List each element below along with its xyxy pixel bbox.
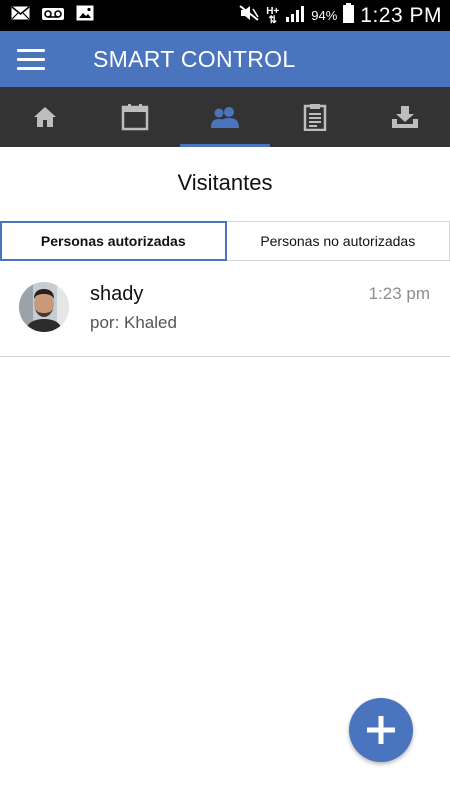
list-item[interactable]: shady por: Khaled 1:23 pm <box>0 262 450 357</box>
menu-button[interactable] <box>17 42 51 76</box>
tab-reports[interactable] <box>270 87 360 147</box>
clipboard-icon <box>303 104 327 131</box>
image-icon <box>76 5 94 26</box>
home-icon <box>34 107 56 127</box>
status-bar: H+ ⇅ 94% 1:23 PM <box>0 0 450 31</box>
clock: 1:23 PM <box>360 3 442 27</box>
menu-icon <box>17 48 45 52</box>
visitor-time: 1:23 pm <box>368 284 430 303</box>
tab-unauthorized-people[interactable]: Personas no autorizadas <box>226 221 450 261</box>
visitor-authorized-by: por: Khaled <box>90 313 177 332</box>
plus-icon <box>367 716 395 744</box>
voicemail-icon <box>42 7 64 25</box>
segmented-control: Personas autorizadas Personas no autoriz… <box>0 221 450 261</box>
tab-bar <box>0 87 450 147</box>
mute-icon <box>238 4 260 27</box>
avatar <box>19 282 69 332</box>
tab-downloads[interactable] <box>360 87 450 147</box>
tab-visitors[interactable] <box>180 87 270 147</box>
app-title: SMART CONTROL <box>93 45 296 72</box>
visitor-name: shady <box>90 283 144 305</box>
signal-icon <box>285 4 305 27</box>
add-visitor-button[interactable] <box>349 698 413 762</box>
calendar-icon <box>121 104 149 131</box>
battery-icon <box>343 3 355 28</box>
people-icon <box>211 107 239 128</box>
app-bar: SMART CONTROL <box>0 31 450 87</box>
network-type: H+ ⇅ <box>266 5 280 26</box>
download-icon <box>392 106 418 128</box>
page-title: Visitantes <box>177 170 273 195</box>
battery-percent: 94% <box>311 8 338 23</box>
tab-home[interactable] <box>0 87 90 147</box>
mail-icon <box>11 6 30 25</box>
tab-authorized-people[interactable]: Personas autorizadas <box>0 221 227 261</box>
tab-calendar[interactable] <box>90 87 180 147</box>
